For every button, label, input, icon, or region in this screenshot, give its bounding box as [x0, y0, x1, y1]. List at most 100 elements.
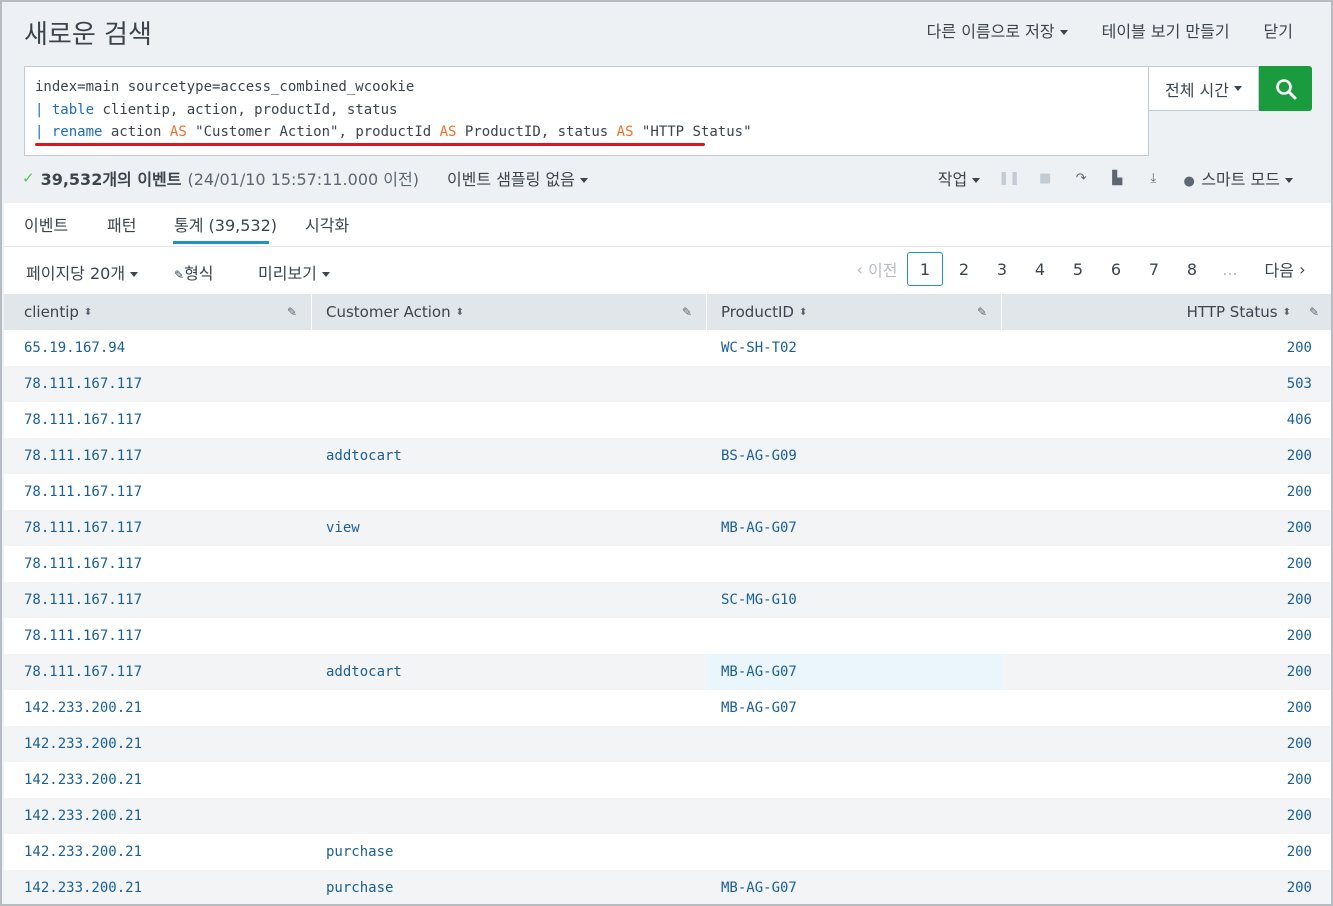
time-range-picker[interactable]: 전체 시간 — [1149, 66, 1259, 111]
column-header-http-status[interactable]: HTTP Status ⬍ ✎ — [1002, 294, 1331, 330]
cell-http-status[interactable]: 200 — [1002, 582, 1312, 618]
table-row[interactable]: 78.111.167.117 SC-MG-G10 200 — [4, 582, 1331, 618]
search-button[interactable] — [1259, 66, 1312, 111]
table-row[interactable]: 142.233.200.21 MB-AG-G07 200 — [4, 690, 1331, 726]
cell-http-status[interactable]: 200 — [1002, 726, 1312, 762]
page-button[interactable]: 8 — [1173, 252, 1211, 286]
cell-clientip[interactable]: 78.111.167.117 — [24, 402, 304, 438]
pencil-icon[interactable]: ✎ — [1309, 305, 1319, 319]
column-header-customer-action[interactable]: Customer Action ⬍ ✎ — [312, 294, 707, 330]
cell-productid[interactable]: WC-SH-T02 — [721, 330, 1001, 366]
cell-http-status[interactable]: 200 — [1002, 438, 1312, 474]
tab-statistics[interactable]: 통계 (39,532) — [174, 212, 277, 236]
cell-http-status[interactable]: 406 — [1002, 402, 1312, 438]
cell-customer-action[interactable]: purchase — [326, 834, 696, 870]
pause-icon[interactable]: ❚❚ — [998, 171, 1020, 186]
cell-productid[interactable]: MB-AG-G07 — [721, 870, 1001, 904]
pencil-icon[interactable]: ✎ — [682, 305, 692, 319]
cell-clientip[interactable]: 78.111.167.117 — [24, 618, 304, 654]
create-table-view-button[interactable]: 테이블 보기 만들기 — [1102, 18, 1230, 42]
next-page-button[interactable]: 다음 › — [1257, 252, 1313, 286]
page-button[interactable]: 3 — [983, 252, 1021, 286]
cell-http-status[interactable]: 200 — [1002, 870, 1312, 904]
cell-http-status[interactable]: 200 — [1002, 690, 1312, 726]
cell-http-status[interactable]: 200 — [1002, 330, 1312, 366]
page-button[interactable]: 7 — [1135, 252, 1173, 286]
cell-customer-action[interactable]: addtocart — [326, 654, 696, 690]
table-row[interactable]: 78.111.167.117 200 — [4, 474, 1331, 510]
page-button[interactable]: 4 — [1021, 252, 1059, 286]
prev-page-button[interactable]: ‹ 이전 — [847, 252, 907, 286]
table-row[interactable]: 78.111.167.117 200 — [4, 618, 1331, 654]
cell-clientip[interactable]: 78.111.167.117 — [24, 582, 304, 618]
cell-productid[interactable]: MB-AG-G07 — [721, 510, 1001, 546]
cell-clientip[interactable]: 78.111.167.117 — [24, 546, 304, 582]
cell-http-status[interactable]: 200 — [1002, 474, 1312, 510]
table-row[interactable]: 142.233.200.21 200 — [4, 726, 1331, 762]
per-page-menu[interactable]: 페이지당 20개 — [26, 260, 139, 284]
cell-clientip[interactable]: 142.233.200.21 — [24, 834, 304, 870]
cell-productid[interactable]: MB-AG-G07 — [707, 654, 1002, 690]
sort-icon[interactable]: ⬍ — [84, 307, 92, 318]
cell-clientip[interactable]: 142.233.200.21 — [24, 870, 304, 904]
export-icon[interactable]: ⤓ — [1146, 171, 1160, 186]
page-button[interactable]: 2 — [945, 252, 983, 286]
cell-http-status[interactable]: 200 — [1002, 834, 1312, 870]
table-row[interactable]: 142.233.200.21 purchase 200 — [4, 834, 1331, 870]
cell-productid[interactable]: SC-MG-G10 — [721, 582, 1001, 618]
table-row[interactable]: 78.111.167.117 406 — [4, 402, 1331, 438]
column-header-clientip[interactable]: clientip ⬍ ✎ — [4, 294, 312, 330]
save-as-menu[interactable]: 다른 이름으로 저장 — [927, 18, 1068, 42]
table-row[interactable]: 78.111.167.117 view MB-AG-G07 200 — [4, 510, 1331, 546]
page-button[interactable]: 5 — [1059, 252, 1097, 286]
cell-clientip[interactable]: 78.111.167.117 — [24, 654, 304, 690]
table-row[interactable]: 65.19.167.94 WC-SH-T02 200 — [4, 330, 1331, 366]
cell-http-status[interactable]: 503 — [1002, 366, 1312, 402]
search-query-editor[interactable]: index=main sourcetype=access_combined_wc… — [24, 66, 1149, 156]
cell-http-status[interactable]: 200 — [1002, 654, 1312, 690]
tab-events[interactable]: 이벤트 — [24, 212, 68, 236]
cell-clientip[interactable]: 142.233.200.21 — [24, 762, 304, 798]
cell-http-status[interactable]: 200 — [1002, 618, 1312, 654]
stop-icon[interactable]: ■ — [1038, 171, 1052, 186]
cell-http-status[interactable]: 200 — [1002, 762, 1312, 798]
cell-clientip[interactable]: 142.233.200.21 — [24, 798, 304, 834]
pencil-icon[interactable]: ✎ — [977, 305, 987, 319]
sort-icon[interactable]: ⬍ — [799, 307, 807, 318]
cell-customer-action[interactable]: view — [326, 510, 696, 546]
cell-clientip[interactable]: 65.19.167.94 — [24, 330, 304, 366]
close-button[interactable]: 닫기 — [1264, 18, 1293, 42]
cell-productid[interactable]: MB-AG-G07 — [721, 690, 1001, 726]
share-icon[interactable]: ↷ — [1074, 171, 1088, 186]
cell-clientip[interactable]: 142.233.200.21 — [24, 690, 304, 726]
table-row[interactable]: 142.233.200.21 200 — [4, 762, 1331, 798]
page-button[interactable]: 6 — [1097, 252, 1135, 286]
table-row[interactable]: 78.111.167.117 addtocart BS-AG-G09 200 — [4, 438, 1331, 474]
cell-http-status[interactable]: 200 — [1002, 510, 1312, 546]
cell-customer-action[interactable]: addtocart — [326, 438, 696, 474]
cell-clientip[interactable]: 78.111.167.117 — [24, 474, 304, 510]
cell-clientip[interactable]: 78.111.167.117 — [24, 366, 304, 402]
table-row[interactable]: 142.233.200.21 purchase MB-AG-G07 200 — [4, 870, 1331, 904]
column-header-productid[interactable]: ProductID ⬍ ✎ — [707, 294, 1002, 330]
table-row[interactable]: 78.111.167.117 503 — [4, 366, 1331, 402]
sort-icon[interactable]: ⬍ — [456, 307, 464, 318]
cell-clientip[interactable]: 78.111.167.117 — [24, 438, 304, 474]
tab-patterns[interactable]: 패턴 — [107, 212, 136, 236]
table-row[interactable]: 78.111.167.117 200 — [4, 546, 1331, 582]
job-menu[interactable]: 작업 — [938, 166, 981, 190]
cell-clientip[interactable]: 142.233.200.21 — [24, 726, 304, 762]
cell-productid[interactable]: BS-AG-G09 — [721, 438, 1001, 474]
cell-clientip[interactable]: 78.111.167.117 — [24, 510, 304, 546]
cell-customer-action[interactable]: purchase — [326, 870, 696, 904]
search-mode-menu[interactable]: ● 스마트 모드 — [1182, 166, 1293, 190]
format-menu[interactable]: ✎형식 — [174, 260, 214, 284]
table-row[interactable]: 142.233.200.21 200 — [4, 798, 1331, 834]
cell-http-status[interactable]: 200 — [1002, 546, 1312, 582]
preview-menu[interactable]: 미리보기 — [258, 260, 330, 284]
event-sampling-menu[interactable]: 이벤트 샘플링 없음 — [447, 166, 588, 190]
print-icon[interactable]: ▙ — [1110, 171, 1124, 186]
sort-icon[interactable]: ⬍ — [1283, 307, 1291, 318]
cell-http-status[interactable]: 200 — [1002, 798, 1312, 834]
page-button[interactable]: 1 — [907, 252, 943, 286]
